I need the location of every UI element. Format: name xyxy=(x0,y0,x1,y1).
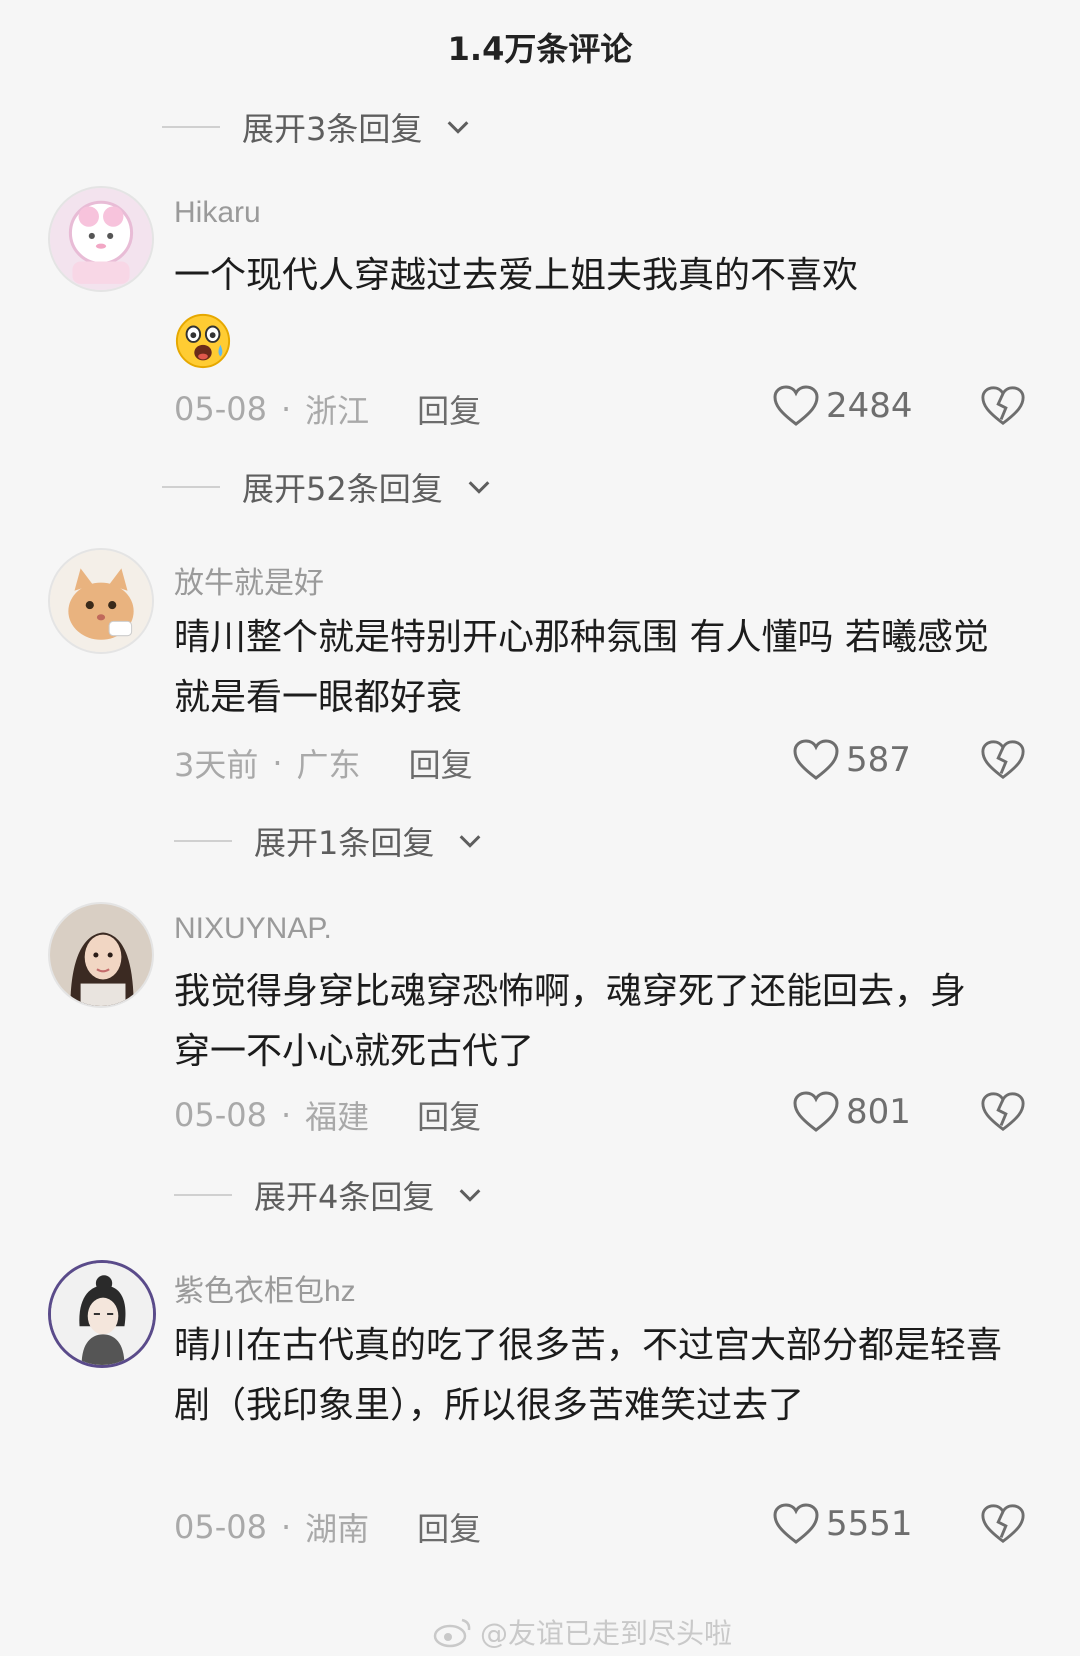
comment-username[interactable]: Hikaru xyxy=(174,196,261,230)
like-count: 587 xyxy=(846,740,911,780)
comment-meta: 05-08 · 湖南 回复 xyxy=(174,1504,481,1550)
dislike-button[interactable] xyxy=(980,1502,1026,1546)
heart-icon xyxy=(773,1503,819,1544)
reply-button[interactable]: 回复 xyxy=(417,1504,481,1550)
meta-separator: · xyxy=(280,1096,292,1134)
comment-text: 我觉得身穿比魂穿恐怖啊，魂穿死了还能回去，身穿一不小心就死古代了 xyxy=(174,971,967,1072)
comment-location: 福建 xyxy=(305,1098,370,1136)
reply-button[interactable]: 回复 xyxy=(409,740,473,786)
expand-replies-label: 展开1条回复 xyxy=(254,824,435,862)
divider xyxy=(174,840,232,842)
reply-button[interactable]: 回复 xyxy=(417,1092,481,1138)
like-count: 2484 xyxy=(826,386,913,426)
expand-replies-button[interactable]: 展开52条回复 xyxy=(162,464,493,510)
chevron-down-icon xyxy=(459,835,481,848)
meta-separator: · xyxy=(280,390,292,428)
dislike-button[interactable] xyxy=(980,1090,1026,1134)
avatar[interactable] xyxy=(48,186,154,292)
heart-icon xyxy=(793,1091,839,1132)
comment-meta: 05-08 · 福建 回复 xyxy=(174,1092,481,1138)
comment-location: 湖南 xyxy=(305,1510,370,1548)
dislike-button[interactable] xyxy=(980,738,1026,782)
comment-meta: 05-08 · 浙江 回复 xyxy=(174,386,481,432)
comment-text: 晴川在古代真的吃了很多苦，不过宫大部分都是轻喜剧（我印象里），所以很多苦难笑过去… xyxy=(174,1325,1003,1426)
weibo-logo-icon xyxy=(433,1618,471,1648)
expand-replies-button[interactable]: 展开4条回复 xyxy=(174,1172,484,1218)
comment-meta: 3天前 · 广东 回复 xyxy=(174,740,473,786)
expand-replies-label: 展开52条回复 xyxy=(242,470,443,508)
divider xyxy=(162,126,220,128)
comment-date: 05-08 xyxy=(174,390,267,428)
page-title: 1.4万条评论 xyxy=(447,30,633,68)
broken-heart-icon xyxy=(981,1092,1025,1132)
expand-replies-label: 展开3条回复 xyxy=(242,110,423,148)
expand-replies-button[interactable]: 展开3条回复 xyxy=(162,104,472,150)
like-count: 5551 xyxy=(826,1504,913,1544)
like-button[interactable]: 587 xyxy=(792,738,911,782)
comment-username[interactable]: 放牛就是好 xyxy=(174,558,324,602)
meta-separator: · xyxy=(280,1508,292,1546)
comment-location: 浙江 xyxy=(305,392,370,430)
comment-username[interactable]: NIXUYNAP. xyxy=(174,912,332,946)
broken-heart-icon xyxy=(981,386,1025,426)
comment-username[interactable]: 紫色衣柜包hz xyxy=(174,1266,356,1310)
chevron-down-icon xyxy=(468,481,490,494)
avatar[interactable] xyxy=(48,548,154,654)
comment-date: 05-08 xyxy=(174,1508,267,1546)
expand-replies-label: 展开4条回复 xyxy=(254,1178,435,1216)
avatar[interactable] xyxy=(48,902,154,1008)
scared-emoji-icon xyxy=(175,313,231,369)
broken-heart-icon xyxy=(981,1504,1025,1544)
comment-date: 3天前 xyxy=(174,746,259,784)
watermark-text: @友谊已走到尽头啦 xyxy=(480,1617,733,1650)
reply-button[interactable]: 回复 xyxy=(417,386,481,432)
chevron-down-icon xyxy=(447,121,469,134)
divider xyxy=(174,1194,232,1196)
comment-location: 广东 xyxy=(296,746,361,784)
broken-heart-icon xyxy=(981,740,1025,780)
like-count: 801 xyxy=(846,1092,911,1132)
like-button[interactable]: 801 xyxy=(792,1090,911,1134)
comment-date: 05-08 xyxy=(174,1096,267,1134)
like-button[interactable]: 5551 xyxy=(772,1502,913,1546)
watermark: @友谊已走到尽头啦 xyxy=(432,1612,732,1652)
dislike-button[interactable] xyxy=(980,384,1026,428)
divider xyxy=(162,486,220,488)
chevron-down-icon xyxy=(459,1189,481,1202)
expand-replies-button[interactable]: 展开1条回复 xyxy=(174,818,484,864)
meta-separator: · xyxy=(272,744,283,782)
like-button[interactable]: 2484 xyxy=(772,384,913,428)
comment-text: 晴川整个就是特别开心那种氛围 有人懂吗 若曦感觉就是看一眼都好衰 xyxy=(174,617,989,718)
heart-icon xyxy=(793,739,839,780)
comment-text: 一个现代人穿越过去爱上姐夫我真的不喜欢 xyxy=(174,255,859,296)
avatar[interactable] xyxy=(48,1260,156,1368)
heart-icon xyxy=(773,385,819,426)
